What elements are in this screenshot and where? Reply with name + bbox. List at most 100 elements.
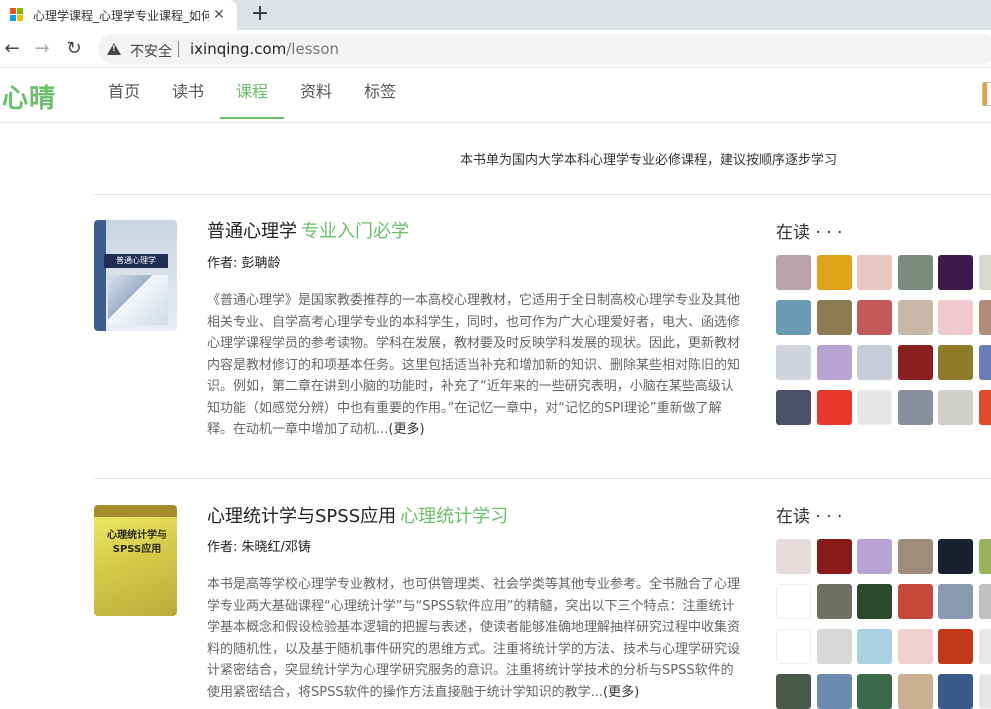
reader-avatar[interactable] — [979, 674, 991, 709]
reader-avatar[interactable] — [938, 674, 973, 709]
reader-avatar[interactable] — [857, 629, 892, 664]
reader-avatar[interactable] — [817, 674, 852, 709]
more-link[interactable]: (更多) — [603, 685, 639, 700]
book-author: 作者: 朱晓红/邓铸 — [207, 536, 311, 555]
main-nav: 首页 读书 课程 资料 标签 — [92, 68, 412, 123]
book-title-link[interactable]: 心理统计学与SPSS应用 — [207, 506, 396, 527]
reader-avatar[interactable] — [857, 345, 892, 380]
reader-avatar[interactable] — [979, 584, 991, 619]
site-logo[interactable]: 心晴 — [2, 78, 56, 115]
reader-avatar[interactable] — [898, 390, 933, 425]
reader-avatar[interactable] — [979, 629, 991, 664]
site-header: 心晴 首页 读书 课程 资料 标签 — [0, 68, 991, 123]
reader-avatar[interactable] — [857, 300, 892, 335]
reader-avatar[interactable] — [898, 345, 933, 380]
reader-avatar[interactable] — [857, 539, 892, 574]
nav-courses[interactable]: 课程 — [220, 68, 284, 119]
url-host: ixinqing.com — [190, 40, 286, 58]
book-title: 心理统计学与SPSS应用心理统计学习 — [207, 502, 508, 528]
reader-avatar[interactable] — [898, 300, 933, 335]
tab-title: 心理学课程_心理学专业课程_如何 — [33, 7, 209, 24]
browser-tab[interactable]: 心理学课程_心理学专业课程_如何 ✕ — [0, 0, 237, 30]
reader-avatar[interactable] — [898, 674, 933, 709]
book-description: 本书是高等学校心理学专业教材，也可供管理类、社会学类等其他专业参考。全书融合了心… — [207, 574, 745, 703]
reader-avatar[interactable] — [979, 390, 991, 425]
book-cover[interactable]: 心理统计学与SPSS应用 — [94, 505, 177, 616]
reader-avatar[interactable] — [979, 539, 991, 574]
divider — [94, 194, 991, 195]
reader-avatar[interactable] — [817, 300, 852, 335]
book-cover[interactable]: 普通心理学 — [94, 220, 177, 331]
cover-title: 普通心理学 — [104, 254, 168, 268]
reader-avatar[interactable] — [938, 584, 973, 619]
reader-avatar[interactable] — [776, 345, 811, 380]
description-text: 本书是高等学校心理学专业教材，也可供管理类、社会学类等其他专业参考。全书融合了心… — [207, 577, 740, 700]
close-tab-icon[interactable]: ✕ — [211, 7, 227, 23]
reader-avatar[interactable] — [817, 539, 852, 574]
reader-avatar[interactable] — [817, 629, 852, 664]
reload-button[interactable]: ↻ — [64, 39, 84, 59]
book-tag: 专业入门必学 — [301, 221, 409, 242]
divider — [178, 41, 179, 57]
reader-avatars — [776, 255, 991, 425]
nav-home[interactable]: 首页 — [92, 68, 156, 119]
reader-avatar[interactable] — [938, 345, 973, 380]
reader-avatar[interactable] — [898, 539, 933, 574]
divider — [94, 478, 991, 479]
reader-avatar[interactable] — [817, 345, 852, 380]
reader-avatar[interactable] — [938, 629, 973, 664]
book-title: 普通心理学专业入门必学 — [207, 217, 409, 243]
user-icon[interactable] — [982, 82, 991, 106]
reader-avatar[interactable] — [979, 345, 991, 380]
description-text: 《普通心理学》是国家教委推荐的一本高校心理教材，它适用于全日制高校心理学专业及其… — [207, 293, 740, 437]
booklist-intro: 本书单为国内大学本科心理学专业必修课程，建议按顺序逐步学习 — [460, 149, 837, 168]
url-text[interactable]: ixinqing.com/lesson — [190, 40, 339, 58]
reader-avatar[interactable] — [776, 584, 811, 619]
reader-avatar[interactable] — [857, 674, 892, 709]
reader-avatar[interactable] — [979, 300, 991, 335]
cover-title: 心理统计学与SPSS应用 — [102, 529, 172, 557]
cover-stripe — [94, 220, 106, 331]
reader-avatar[interactable] — [938, 539, 973, 574]
nav-tags[interactable]: 标签 — [348, 68, 412, 119]
warning-icon[interactable] — [107, 43, 121, 55]
cover-graphic — [108, 275, 168, 325]
browser-toolbar: ← → ↻ 不安全 ixinqing.com/lesson — [0, 30, 991, 68]
reader-avatar[interactable] — [938, 390, 973, 425]
url-path: /lesson — [286, 40, 339, 58]
reader-avatar[interactable] — [898, 584, 933, 619]
nav-reading[interactable]: 读书 — [156, 68, 220, 119]
forward-button[interactable]: → — [32, 39, 52, 59]
reader-avatar[interactable] — [776, 629, 811, 664]
reader-avatar[interactable] — [857, 390, 892, 425]
book-description: 《普通心理学》是国家教委推荐的一本高校心理教材，它适用于全日制高校心理学专业及其… — [207, 290, 745, 441]
reader-avatar[interactable] — [776, 674, 811, 709]
reader-avatar[interactable] — [857, 584, 892, 619]
reading-label: 在读 · · · — [776, 502, 842, 527]
reader-avatar[interactable] — [817, 255, 852, 290]
reader-avatar[interactable] — [817, 390, 852, 425]
reader-avatar[interactable] — [857, 255, 892, 290]
book-tag: 心理统计学习 — [400, 506, 508, 527]
nav-resources[interactable]: 资料 — [284, 68, 348, 119]
reader-avatar[interactable] — [776, 255, 811, 290]
reader-avatar[interactable] — [938, 300, 973, 335]
new-tab-button[interactable]: + — [249, 3, 271, 25]
site-favicon-icon — [10, 8, 24, 22]
reader-avatar[interactable] — [938, 255, 973, 290]
reader-avatar[interactable] — [817, 584, 852, 619]
reading-label: 在读 · · · — [776, 218, 842, 243]
reader-avatar[interactable] — [898, 255, 933, 290]
back-button[interactable]: ← — [2, 39, 22, 59]
reader-avatar[interactable] — [776, 390, 811, 425]
reader-avatars — [776, 539, 991, 709]
cover-band — [94, 505, 177, 517]
reader-avatar[interactable] — [776, 539, 811, 574]
reader-avatar[interactable] — [979, 255, 991, 290]
reader-avatar[interactable] — [776, 300, 811, 335]
book-title-link[interactable]: 普通心理学 — [207, 221, 297, 242]
address-bar[interactable]: 不安全 ixinqing.com/lesson — [98, 34, 991, 64]
insecure-label[interactable]: 不安全 — [130, 41, 172, 61]
reader-avatar[interactable] — [898, 629, 933, 664]
more-link[interactable]: (更多) — [388, 422, 424, 437]
